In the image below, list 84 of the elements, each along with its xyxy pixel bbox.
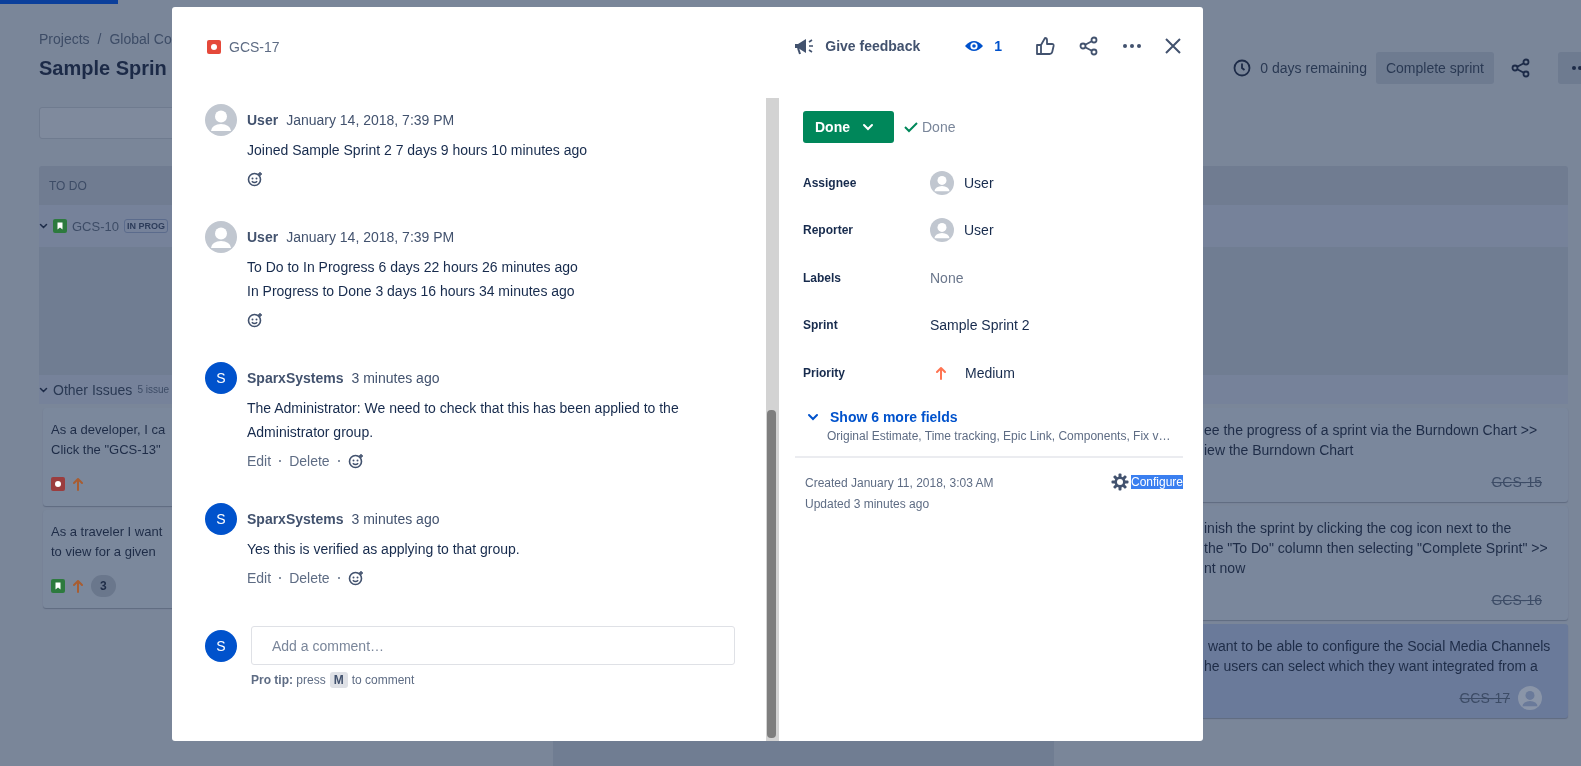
- keyboard-key: M: [329, 672, 348, 688]
- arrow-up-icon: [73, 579, 83, 593]
- comment-action-link[interactable]: Delete: [289, 570, 330, 586]
- user-avatar: S: [205, 630, 237, 662]
- field-label: Reporter: [803, 223, 854, 238]
- pro-tip-text: Pro tip: press: [251, 673, 326, 687]
- author-name: User: [247, 228, 279, 247]
- check-icon: [904, 121, 918, 133]
- breadcrumb-separator: /: [97, 30, 102, 48]
- user-avatar-icon: [930, 170, 954, 195]
- page-title: Sample Sprin: [39, 56, 167, 80]
- card-summary: ee the progress of a sprint via the Burndown Chart >> iew the Burndown Chart: [1204, 421, 1538, 460]
- add-reaction-icon[interactable]: [347, 570, 364, 586]
- field-value[interactable]: Sample Sprint 2: [930, 317, 1030, 334]
- history-entry: In Progress to Done 3 days 16 hours 34 minutes ago: [247, 282, 576, 301]
- status-button[interactable]: Done: [803, 111, 894, 143]
- days-remaining: 0 days remaining: [1260, 60, 1367, 76]
- comment-action-link[interactable]: Edit: [247, 570, 272, 586]
- watch-button[interactable]: 1: [960, 34, 1012, 58]
- chevron-down-icon: [862, 123, 874, 131]
- issue-type-icon: [51, 477, 65, 491]
- timestamp: 3 minutes ago: [351, 369, 440, 388]
- timestamp: January 14, 2018, 7:39 PM: [286, 228, 455, 247]
- comment-text: The Administrator: We need to check that this has been applied to the Administrator group.: [247, 399, 680, 442]
- issue-key[interactable]: GCS-16: [1491, 592, 1542, 608]
- field-label: Priority: [803, 365, 846, 380]
- author-name: User: [247, 111, 279, 130]
- card-summary: As a developer, I ca Click the "GCS-13": [51, 421, 166, 459]
- field-label: Sprint: [803, 318, 839, 333]
- megaphone-icon: [793, 37, 816, 55]
- card-summary: want to be able to configure the Social Media Channels he users can select which they want integrated from a: [1204, 637, 1551, 676]
- bookmark-type-icon: [51, 579, 65, 593]
- timestamp: January 14, 2018, 7:39 PM: [286, 111, 455, 130]
- user-avatar: S: [205, 362, 237, 394]
- breadcrumb-link[interactable]: Global Co: [109, 30, 172, 48]
- field-label: Assignee: [803, 175, 858, 190]
- share-icon[interactable]: [1079, 36, 1099, 56]
- card-summary: inish the sprint by clicking the cog icon next to the the "To Do" column then selecting "Complete Sprint" >> nt now: [1204, 519, 1548, 578]
- history-entry: To Do to In Progress 6 days 22 hours 26 minutes ago: [247, 258, 579, 277]
- field-label: Labels: [803, 270, 842, 285]
- user-avatar-icon: [205, 221, 237, 253]
- history-entry: Joined Sample Sprint 2 7 days 9 hours 10 minutes ago: [247, 141, 589, 160]
- issue-type-icon: [207, 40, 221, 54]
- comment-text: Yes this is verified as applying to that group.: [247, 540, 521, 559]
- add-reaction-icon[interactable]: [247, 312, 263, 328]
- comment-action-link[interactable]: Delete: [289, 453, 330, 469]
- complete-sprint-button[interactable]: Complete sprint: [1375, 52, 1494, 84]
- field-value[interactable]: User: [964, 222, 994, 239]
- issue-key[interactable]: GCS-15: [1491, 474, 1542, 490]
- issue-key-link[interactable]: GCS-17: [229, 39, 280, 55]
- status-lozenge: IN PROG: [123, 219, 168, 233]
- share-icon[interactable]: [1511, 58, 1531, 78]
- bookmark-type-icon: [53, 219, 67, 233]
- swimlane-title: Other Issues: [53, 381, 133, 398]
- arrow-up-icon: [936, 365, 946, 380]
- scrollbar[interactable]: [766, 98, 779, 741]
- user-avatar-icon: [205, 104, 237, 136]
- count-badge: 3: [91, 575, 116, 597]
- comment-action-link[interactable]: Edit: [247, 453, 272, 469]
- field-value[interactable]: User: [964, 174, 994, 191]
- chevron-down-icon: [807, 412, 819, 421]
- user-avatar-icon: [930, 218, 954, 243]
- timestamp: 3 minutes ago: [351, 510, 440, 529]
- comment-field[interactable]: Add a comment…: [251, 626, 735, 665]
- resolution: Done: [922, 119, 956, 135]
- updated-date: Updated 3 minutes ago: [805, 495, 931, 513]
- author-name: SparxSystems: [247, 369, 344, 388]
- field-value[interactable]: None: [930, 269, 964, 286]
- created-date: Created January 11, 2018, 3:03 AM: [805, 474, 994, 492]
- eye-icon: [964, 39, 985, 53]
- field-value[interactable]: Medium: [965, 364, 1015, 381]
- clock-icon: [1233, 59, 1252, 77]
- breadcrumb-link[interactable]: Projects: [39, 30, 90, 48]
- thumbs-up-icon[interactable]: [1035, 36, 1055, 56]
- add-reaction-icon[interactable]: [247, 171, 263, 187]
- pro-tip-text: to comment: [351, 673, 415, 687]
- card-summary: As a traveler I want to view for a given: [51, 523, 163, 561]
- user-avatar: S: [205, 503, 237, 535]
- author-name: SparxSystems: [247, 510, 344, 529]
- close-icon[interactable]: [1165, 38, 1181, 54]
- add-reaction-icon[interactable]: [347, 453, 364, 469]
- give-feedback-button[interactable]: Give feedback: [789, 34, 939, 58]
- arrow-up-icon: [73, 477, 83, 491]
- more-icon[interactable]: [1123, 44, 1141, 48]
